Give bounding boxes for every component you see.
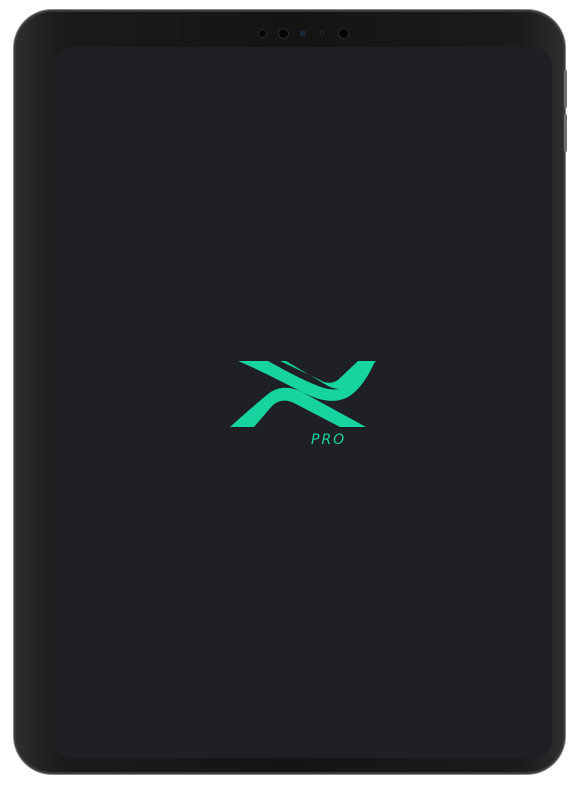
camera-lens-icon [338, 28, 349, 39]
camera-lens-icon [278, 28, 289, 39]
x-logo-icon [230, 361, 376, 427]
sensor-icon [258, 29, 267, 38]
flash-icon [300, 30, 306, 36]
splash-screen: PRO [54, 47, 552, 758]
volume-down-button [564, 114, 567, 152]
tablet-frame: PRO [14, 10, 567, 774]
product-tag-label: PRO [311, 432, 347, 448]
mic-icon [320, 31, 324, 35]
page: PRO [0, 0, 577, 791]
camera-bar [250, 24, 358, 42]
volume-up-button [564, 70, 567, 108]
